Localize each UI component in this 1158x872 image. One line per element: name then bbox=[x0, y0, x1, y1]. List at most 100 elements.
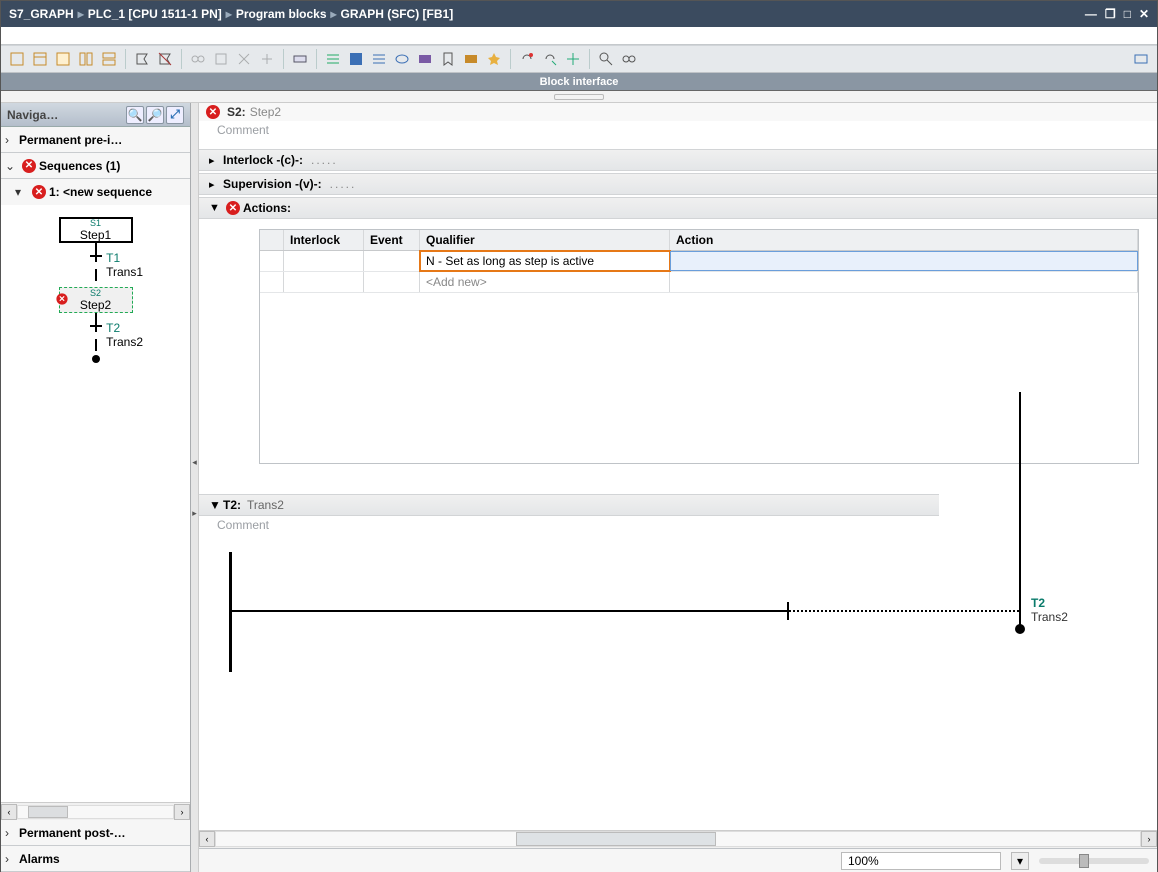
section-t2[interactable]: ▼ T2: Trans2 bbox=[199, 494, 939, 516]
maximize-button[interactable]: □ bbox=[1124, 7, 1131, 21]
dots-icon: ..... bbox=[330, 177, 357, 191]
vertical-splitter[interactable]: ◂ ▸ bbox=[191, 103, 199, 872]
section-actions[interactable]: ▼ ✕ Actions: bbox=[199, 197, 1157, 219]
cell-interlock[interactable] bbox=[284, 251, 364, 271]
mini-s2-id: S2 bbox=[90, 288, 101, 298]
tool-btn-10[interactable] bbox=[234, 49, 254, 69]
tool-btn-14[interactable] bbox=[346, 49, 366, 69]
t2-id: T2: bbox=[223, 498, 241, 512]
tool-btn-3[interactable] bbox=[53, 49, 73, 69]
tool-btn-18[interactable] bbox=[438, 49, 458, 69]
breadcrumb: S7_GRAPH ▸ PLC_1 [CPU 1511-1 PN] ▸ Progr… bbox=[9, 7, 1085, 21]
tool-btn-23[interactable] bbox=[563, 49, 583, 69]
ladder-network[interactable]: T2 Trans2 bbox=[229, 552, 1157, 712]
tool-btn-6[interactable] bbox=[132, 49, 152, 69]
tool-btn-7[interactable] bbox=[155, 49, 175, 69]
expand-icon: › bbox=[5, 826, 19, 840]
collapse-icon: ▼ bbox=[209, 202, 223, 214]
zoom-input[interactable] bbox=[841, 852, 1001, 870]
zoom-out-icon[interactable]: 🔎 bbox=[146, 106, 164, 124]
nav-hscrollbar[interactable]: ‹ › bbox=[1, 802, 190, 820]
cell-qualifier[interactable]: N - Set as long as step is active bbox=[420, 251, 670, 271]
tool-btn-21[interactable] bbox=[517, 49, 537, 69]
mini-s1-name: Step1 bbox=[80, 228, 111, 242]
tool-btn-15[interactable] bbox=[369, 49, 389, 69]
t2-comment[interactable]: Comment bbox=[199, 516, 1157, 542]
tool-btn-17[interactable] bbox=[415, 49, 435, 69]
crumb-folder[interactable]: Program blocks bbox=[236, 7, 327, 21]
col-action[interactable]: Action bbox=[670, 230, 1138, 250]
error-icon: ✕ bbox=[56, 293, 67, 304]
block-interface-bar[interactable]: Block interface bbox=[1, 73, 1157, 91]
step-comment[interactable]: Comment bbox=[199, 121, 1157, 147]
statusbar: ▾ bbox=[199, 848, 1157, 872]
add-new-label[interactable]: <Add new> bbox=[420, 272, 670, 292]
scroll-thumb[interactable] bbox=[28, 806, 68, 818]
splitter-left-icon: ◂ bbox=[192, 457, 197, 468]
tool-btn-13[interactable] bbox=[323, 49, 343, 69]
zoom-in-icon[interactable]: 🔍 bbox=[126, 106, 144, 124]
crumb-plc[interactable]: PLC_1 [CPU 1511-1 PN] bbox=[88, 7, 222, 21]
tool-btn-12[interactable] bbox=[290, 49, 310, 69]
supervision-label: Supervision -(v)-: bbox=[223, 177, 322, 191]
error-icon: ✕ bbox=[226, 201, 240, 215]
zoom-slider[interactable] bbox=[1039, 858, 1149, 864]
mini-step-s2[interactable]: ✕ S2 Step2 bbox=[59, 287, 133, 313]
zoom-dropdown-icon[interactable]: ▾ bbox=[1011, 852, 1029, 870]
scroll-left-icon[interactable]: ‹ bbox=[1, 804, 17, 820]
table-header: Interlock Event Qualifier Action bbox=[260, 230, 1138, 251]
ladder-t2-name: Trans2 bbox=[1031, 610, 1068, 624]
block-interface-handle[interactable] bbox=[1, 91, 1157, 103]
step-name: Step2 bbox=[250, 105, 281, 119]
nav-permanent-post[interactable]: › Permanent post-… bbox=[1, 820, 190, 846]
close-button[interactable]: ✕ bbox=[1139, 7, 1149, 21]
tool-btn-9[interactable] bbox=[211, 49, 231, 69]
tool-btn-8[interactable] bbox=[188, 49, 208, 69]
sequence-overview[interactable]: S1 Step1 T1Trans1 ✕ S2 Step2 T2Trans2 bbox=[1, 205, 190, 802]
scroll-right-icon[interactable]: › bbox=[174, 804, 190, 820]
section-supervision[interactable]: ▸ Supervision -(v)-: ..... bbox=[199, 173, 1157, 195]
editor-hscrollbar[interactable]: ‹ › bbox=[199, 830, 1157, 848]
collapse-icon: ⌄ bbox=[5, 159, 19, 173]
tool-btn-24[interactable] bbox=[596, 49, 616, 69]
col-qualifier[interactable]: Qualifier bbox=[420, 230, 670, 250]
tool-btn-16[interactable] bbox=[392, 49, 412, 69]
minimize-button[interactable]: — bbox=[1085, 7, 1097, 21]
tool-btn-20[interactable] bbox=[484, 49, 504, 69]
fit-icon[interactable]: ⤢ bbox=[166, 106, 184, 124]
nav-sequence-1[interactable]: ▾ ✕ 1: <new sequence bbox=[1, 179, 190, 205]
table-row[interactable]: N - Set as long as step is active bbox=[260, 251, 1138, 272]
scroll-thumb[interactable] bbox=[516, 832, 716, 846]
tool-btn-5[interactable] bbox=[99, 49, 119, 69]
tool-btn-1[interactable] bbox=[7, 49, 27, 69]
nav-alarms[interactable]: › Alarms bbox=[1, 846, 190, 872]
tool-btn-4[interactable] bbox=[76, 49, 96, 69]
tool-btn-11[interactable] bbox=[257, 49, 277, 69]
crumb-block[interactable]: GRAPH (SFC) [FB1] bbox=[341, 7, 454, 21]
navigation-header: Naviga… 🔍 🔎 ⤢ bbox=[1, 103, 190, 127]
scroll-right-icon[interactable]: › bbox=[1141, 831, 1157, 847]
error-icon: ✕ bbox=[32, 185, 46, 199]
nav-permanent-pre[interactable]: › Permanent pre-i… bbox=[1, 127, 190, 153]
crumb-project[interactable]: S7_GRAPH bbox=[9, 7, 74, 21]
mini-step-s1[interactable]: S1 Step1 bbox=[59, 217, 133, 243]
restore-button[interactable]: ❐ bbox=[1105, 7, 1116, 21]
step-header: ✕ S2: Step2 bbox=[199, 103, 1157, 121]
table-row-add[interactable]: <Add new> bbox=[260, 272, 1138, 293]
tool-btn-25[interactable] bbox=[619, 49, 639, 69]
nav-sequences[interactable]: ⌄ ✕ Sequences (1) bbox=[1, 153, 190, 179]
cell-event[interactable] bbox=[364, 251, 420, 271]
col-event[interactable]: Event bbox=[364, 230, 420, 250]
section-interlock[interactable]: ▸ Interlock -(c)-: ..... bbox=[199, 149, 1157, 171]
cell-action[interactable] bbox=[670, 251, 1138, 271]
scroll-left-icon[interactable]: ‹ bbox=[199, 831, 215, 847]
tool-btn-22[interactable] bbox=[540, 49, 560, 69]
tool-btn-2[interactable] bbox=[30, 49, 50, 69]
mini-s1-id: S1 bbox=[90, 218, 101, 228]
t2-name: Trans2 bbox=[247, 498, 284, 512]
slider-knob[interactable] bbox=[1079, 854, 1089, 868]
col-interlock[interactable]: Interlock bbox=[284, 230, 364, 250]
tool-btn-right[interactable] bbox=[1131, 49, 1151, 69]
nav-post-label: Permanent post-… bbox=[19, 826, 126, 840]
tool-btn-19[interactable] bbox=[461, 49, 481, 69]
